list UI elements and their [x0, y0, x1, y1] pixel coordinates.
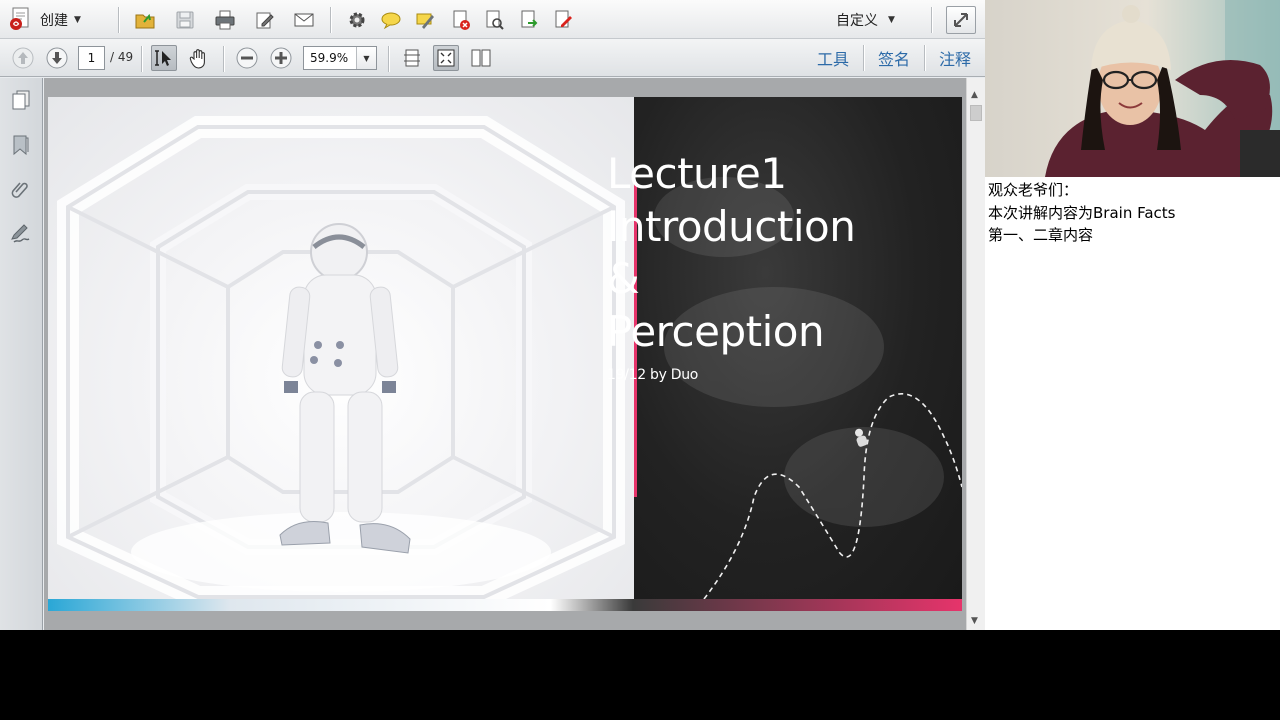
settings-button[interactable]: [344, 7, 370, 33]
fit-width-button[interactable]: [399, 45, 425, 71]
plus-circle-icon: [270, 47, 292, 69]
previous-page-button[interactable]: [10, 45, 36, 71]
zoom-select[interactable]: 59.9% ▼: [303, 46, 377, 70]
task-pane-links: 工具 签名 注释: [803, 45, 973, 71]
toolbar-separator: [931, 7, 932, 33]
toolbar-separator: [141, 46, 142, 72]
create-button[interactable]: 创建 ▼: [8, 6, 81, 34]
page-number-input[interactable]: 1: [78, 46, 105, 70]
chevron-down-icon: ▼: [888, 15, 895, 25]
search-page-button[interactable]: [481, 7, 507, 33]
page-thumbnails-icon[interactable]: [9, 88, 33, 112]
page-total: / 49: [110, 50, 134, 64]
export-button[interactable]: [516, 7, 542, 33]
save-button[interactable]: [172, 7, 198, 33]
zoom-value[interactable]: 59.9%: [304, 47, 356, 69]
search-page-icon: [486, 10, 504, 30]
email-button[interactable]: [291, 7, 317, 33]
export-icon: [521, 10, 538, 28]
chat-panel: 观众老爷们： 本次讲解内容为Brain Facts 第一、二章内容: [985, 177, 1280, 630]
webcam-feed: [985, 0, 1280, 177]
toolbar-separator: [330, 7, 331, 33]
title-line: &: [607, 254, 640, 303]
pdf-viewer-window: 创建 ▼ 自定义 ▼ 1 / 49 59.9% ▼ 工具 签名 注释 ▲ ▼ L…: [0, 0, 985, 630]
delete-page-button[interactable]: [448, 7, 474, 33]
sign-link[interactable]: 签名: [864, 46, 924, 70]
printer-icon: [215, 10, 235, 30]
create-pdf-icon: [8, 5, 34, 35]
toolbar-separator: [223, 46, 224, 72]
decorative-bottom-strip: [48, 599, 962, 611]
signatures-icon[interactable]: [9, 221, 33, 245]
delete-page-icon: [453, 10, 470, 30]
edit-button[interactable]: [252, 7, 278, 33]
toolbar-separator: [118, 7, 119, 33]
next-page-button[interactable]: [44, 45, 70, 71]
save-disk-icon: [176, 11, 194, 29]
open-button[interactable]: [132, 7, 158, 33]
fit-width-icon: [404, 49, 420, 67]
minus-circle-icon: [236, 47, 258, 69]
chevron-down-icon[interactable]: ▼: [356, 47, 376, 69]
select-tool-button[interactable]: [151, 45, 177, 71]
comment-link[interactable]: 注释: [925, 46, 973, 70]
sign-edit-button[interactable]: [550, 7, 576, 33]
arrow-up-icon: [12, 47, 34, 69]
slide-title: Lecture1 Introduction & Perception: [607, 148, 856, 358]
speech-bubble-icon: [381, 12, 401, 30]
astronaut-figure: [279, 223, 411, 554]
chat-message-line: 本次讲解内容为Brain Facts: [988, 203, 1176, 222]
sign-document-icon: [555, 10, 572, 28]
attachments-paperclip-icon[interactable]: [9, 177, 33, 201]
bookmarks-icon[interactable]: [9, 133, 33, 157]
fullscreen-button[interactable]: [946, 6, 976, 34]
zoom-out-button[interactable]: [234, 45, 260, 71]
scrollbar-thumb[interactable]: [970, 105, 982, 121]
astronaut-corridor-image: [48, 97, 634, 607]
slide-subtitle: 19/12 by Duo: [607, 367, 699, 383]
comment-button[interactable]: [378, 7, 404, 33]
two-page-view-button[interactable]: [468, 45, 494, 71]
tools-link[interactable]: 工具: [803, 46, 863, 70]
zoom-in-button[interactable]: [268, 45, 294, 71]
fit-page-button[interactable]: [433, 45, 459, 71]
main-toolbar: 创建 ▼ 自定义 ▼: [0, 0, 985, 39]
print-button[interactable]: [212, 7, 238, 33]
customize-label: 自定义: [836, 13, 878, 29]
navigation-pane: [0, 78, 43, 630]
title-line: Perception: [607, 306, 825, 356]
gear-icon: [349, 12, 365, 28]
scroll-up-arrow-icon[interactable]: ▲: [971, 90, 978, 100]
create-dropdown-icon[interactable]: ▼: [74, 15, 81, 25]
envelope-icon: [294, 13, 314, 27]
open-folder-icon: [135, 13, 155, 29]
hand-tool-button[interactable]: [186, 45, 212, 71]
edit-pencil-icon: [256, 12, 274, 29]
toolbar-separator: [388, 46, 389, 72]
arrow-down-icon: [46, 47, 68, 69]
scroll-down-arrow-icon[interactable]: ▼: [971, 616, 978, 626]
title-line: Lecture1: [607, 149, 787, 198]
vertical-scrollbar[interactable]: ▲ ▼: [966, 78, 985, 630]
hand-icon: [189, 49, 205, 69]
highlight-button[interactable]: [412, 7, 438, 33]
two-pages-icon: [471, 49, 491, 67]
create-label: 创建: [40, 13, 68, 29]
expand-arrows-icon: [954, 13, 968, 27]
customize-dropdown[interactable]: 自定义 ▼: [836, 10, 895, 30]
text-cursor-arrow-icon: [155, 50, 171, 66]
fit-page-icon: [437, 49, 455, 67]
title-line: Introduction: [607, 201, 856, 251]
chat-message-line: 观众老爷们：: [988, 181, 1079, 199]
chat-message-line: 第一、二章内容: [988, 226, 1094, 244]
highlighter-icon: [416, 13, 434, 29]
